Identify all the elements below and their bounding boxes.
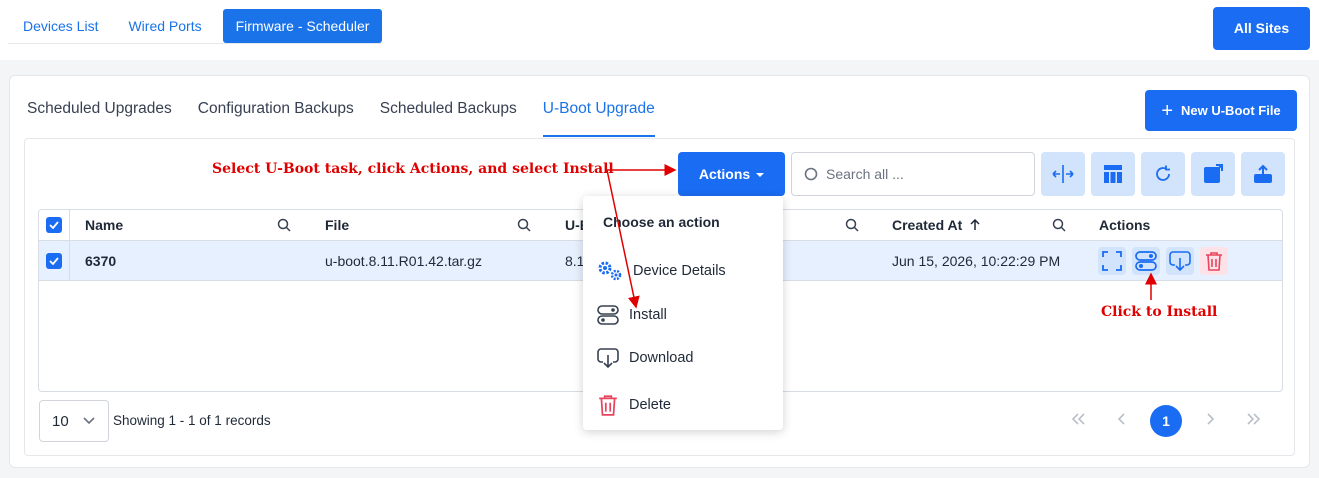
- instruction-annotation: Select U-Boot task, click Actions, and s…: [212, 161, 614, 177]
- file-filter-button[interactable]: [517, 210, 531, 240]
- page-size-value: 10: [52, 412, 69, 430]
- search-icon: [804, 167, 818, 181]
- row-download-button[interactable]: [1166, 246, 1194, 275]
- refresh-icon: [1156, 165, 1170, 181]
- columns-icon: [1104, 165, 1122, 183]
- split-arrows-icon: [1052, 165, 1074, 183]
- cell-version: 8.1: [565, 252, 585, 269]
- menu-item-label: Device Details: [633, 263, 726, 279]
- upload-icon: [1254, 164, 1272, 183]
- page-size-select[interactable]: 10: [39, 400, 109, 442]
- chevron-left-icon: [1117, 413, 1125, 425]
- row-checkbox[interactable]: [46, 252, 62, 269]
- col-created-at-label: Created At: [892, 217, 963, 233]
- prev-page-button[interactable]: [1100, 412, 1144, 430]
- row-details-button[interactable]: [1098, 246, 1126, 275]
- search-icon: [1052, 218, 1066, 232]
- menu-item-device-details[interactable]: Device Details: [597, 260, 726, 282]
- top-bar: Devices List Wired Ports Firmware - Sche…: [0, 0, 1319, 60]
- tab-firmware-scheduler[interactable]: Firmware - Scheduler: [222, 8, 383, 43]
- menu-item-label: Download: [629, 350, 694, 366]
- tab-wired-ports[interactable]: Wired Ports: [113, 9, 216, 43]
- menu-item-delete[interactable]: Delete: [597, 394, 671, 416]
- dropdown-title: Choose an action: [603, 214, 720, 230]
- col-created-at[interactable]: Created At: [892, 210, 980, 240]
- trash-icon: [599, 395, 617, 416]
- toggle-install-icon: [1135, 250, 1157, 271]
- row-install-button[interactable]: [1132, 246, 1160, 275]
- sub-tabs: Scheduled Upgrades Configuration Backups…: [27, 94, 655, 138]
- download-icon: [1169, 250, 1191, 271]
- row-actions: [1098, 241, 1234, 280]
- toggle-install-icon: [597, 305, 619, 325]
- check-icon: [49, 256, 59, 265]
- search-box[interactable]: [791, 152, 1035, 196]
- col-file[interactable]: File: [325, 210, 349, 240]
- caret-down-icon: [756, 173, 765, 177]
- check-icon: [49, 221, 59, 229]
- chevron-down-icon: [83, 417, 95, 425]
- pagination: 1: [1056, 400, 1276, 442]
- resize-columns-button[interactable]: [1041, 152, 1085, 196]
- click-install-annotation: Click to Install: [1101, 304, 1218, 320]
- actions-label: Actions: [698, 166, 751, 182]
- tab-scheduled-upgrades[interactable]: Scheduled Upgrades: [27, 94, 172, 138]
- version-filter-button[interactable]: [845, 210, 859, 240]
- row-delete-button[interactable]: [1200, 246, 1228, 275]
- double-chevron-right-icon: [1247, 413, 1261, 425]
- search-icon: [277, 218, 291, 232]
- select-all-checkbox[interactable]: [46, 217, 62, 233]
- menu-item-label: Install: [629, 307, 667, 323]
- top-tabs: Devices List Wired Ports Firmware - Sche…: [8, 8, 383, 44]
- actions-button[interactable]: Actions: [678, 152, 785, 196]
- cell-created-at: Jun 15, 2026, 10:22:29 PM: [892, 252, 1061, 269]
- tab-devices-list[interactable]: Devices List: [8, 9, 113, 43]
- menu-item-download[interactable]: Download: [597, 347, 694, 369]
- all-sites-button[interactable]: All Sites: [1213, 7, 1310, 50]
- gears-icon: [598, 261, 622, 281]
- col-actions: Actions: [1099, 217, 1151, 233]
- new-uboot-file-button[interactable]: + New U-Boot File: [1145, 90, 1297, 131]
- search-input[interactable]: [826, 166, 1016, 182]
- tab-scheduled-backups[interactable]: Scheduled Backups: [380, 94, 517, 138]
- first-page-button[interactable]: [1056, 412, 1100, 430]
- tab-configuration-backups[interactable]: Configuration Backups: [198, 94, 354, 138]
- created-filter-button[interactable]: [1052, 210, 1066, 240]
- plus-icon: +: [1161, 99, 1173, 122]
- chevron-right-icon: [1207, 413, 1215, 425]
- sort-up-icon: [970, 219, 980, 230]
- records-info: Showing 1 - 1 of 1 records: [113, 413, 271, 428]
- upload-button[interactable]: [1241, 152, 1285, 196]
- select-all-cell: [46, 210, 62, 240]
- export-button[interactable]: [1191, 152, 1235, 196]
- actions-dropdown: Choose an action Device Details Install …: [583, 196, 783, 430]
- external-link-icon: [1204, 164, 1223, 183]
- cell-name: 6370: [85, 252, 117, 269]
- menu-item-install[interactable]: Install: [597, 304, 667, 326]
- expand-icon: [1102, 250, 1122, 271]
- current-page-button[interactable]: 1: [1150, 405, 1182, 437]
- new-uboot-label: New U-Boot File: [1181, 103, 1281, 118]
- search-icon: [517, 218, 531, 232]
- menu-item-label: Delete: [629, 397, 671, 413]
- tab-uboot-upgrade[interactable]: U-Boot Upgrade: [542, 94, 655, 137]
- last-page-button[interactable]: [1232, 412, 1276, 430]
- download-icon: [597, 348, 619, 369]
- columns-button[interactable]: [1091, 152, 1135, 196]
- name-filter-button[interactable]: [277, 210, 291, 240]
- double-chevron-left-icon: [1071, 413, 1085, 425]
- next-page-button[interactable]: [1188, 412, 1232, 430]
- cell-file: u-boot.8.11.R01.42.tar.gz: [325, 252, 482, 269]
- refresh-button[interactable]: [1141, 152, 1185, 196]
- col-name[interactable]: Name: [85, 210, 123, 240]
- row-select-cell: [46, 241, 62, 280]
- trash-icon: [1206, 251, 1222, 271]
- search-icon: [845, 218, 859, 232]
